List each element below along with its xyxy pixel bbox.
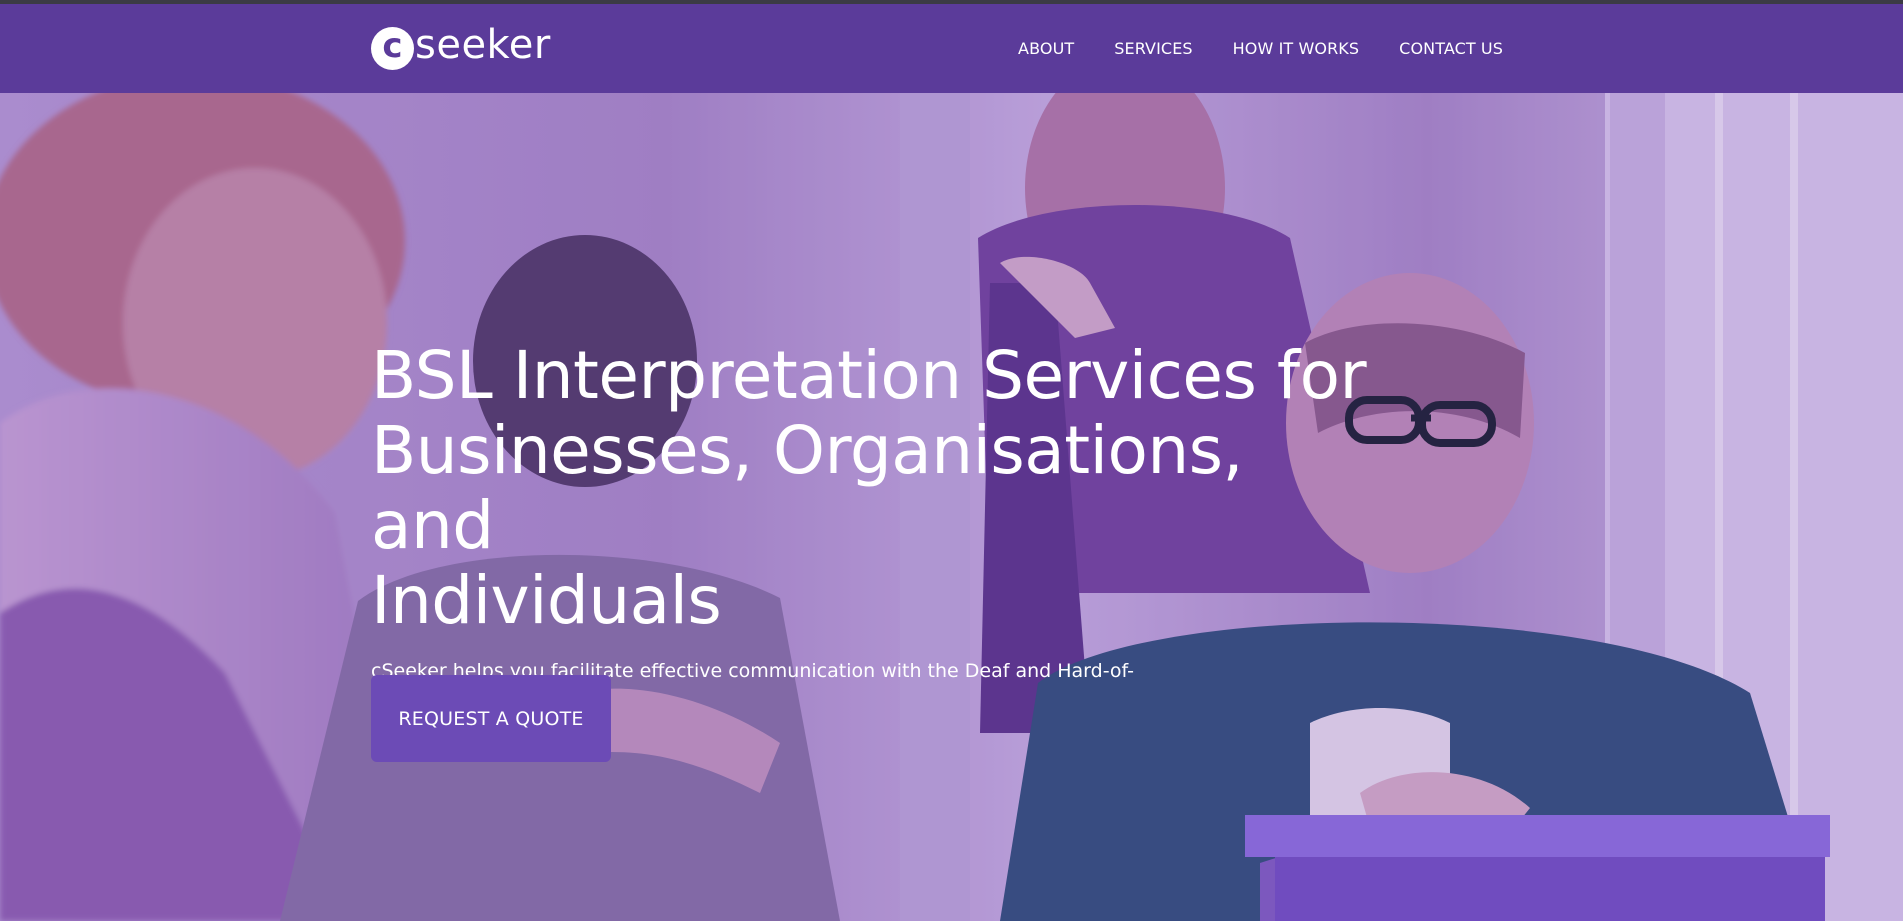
request-a-quote-button[interactable]: REQUEST A QUOTE <box>371 675 611 762</box>
nav-how-it-works-link[interactable]: HOW IT WORKS <box>1233 39 1360 58</box>
logo-mark-icon: c <box>371 26 414 70</box>
nav-services-link[interactable]: SERVICES <box>1114 39 1192 58</box>
nav-contact-us-link[interactable]: CONTACT US <box>1399 39 1503 58</box>
hero-title-line: Individuals <box>371 562 722 639</box>
hero-section: BSL Interpretation Services for Business… <box>0 93 1903 921</box>
main-navigation: ABOUT SERVICES HOW IT WORKS CONTACT US <box>1018 4 1503 93</box>
nav-about-link[interactable]: ABOUT <box>1018 39 1074 58</box>
hero-title: BSL Interpretation Services for Business… <box>371 338 1381 638</box>
hero-title-line: Businesses, Organisations, and <box>371 412 1244 564</box>
top-navbar: c seeker ABOUT SERVICES HOW IT WORKS CON… <box>0 4 1903 93</box>
hero-title-line: BSL Interpretation Services for <box>371 337 1367 414</box>
logo-link[interactable]: c seeker <box>371 24 551 72</box>
hero-content: BSL Interpretation Services for Business… <box>371 338 1381 712</box>
logo-text: seeker <box>415 22 551 68</box>
logo-mark-letter: c <box>382 26 403 66</box>
landing-page: c seeker ABOUT SERVICES HOW IT WORKS CON… <box>0 0 1903 921</box>
